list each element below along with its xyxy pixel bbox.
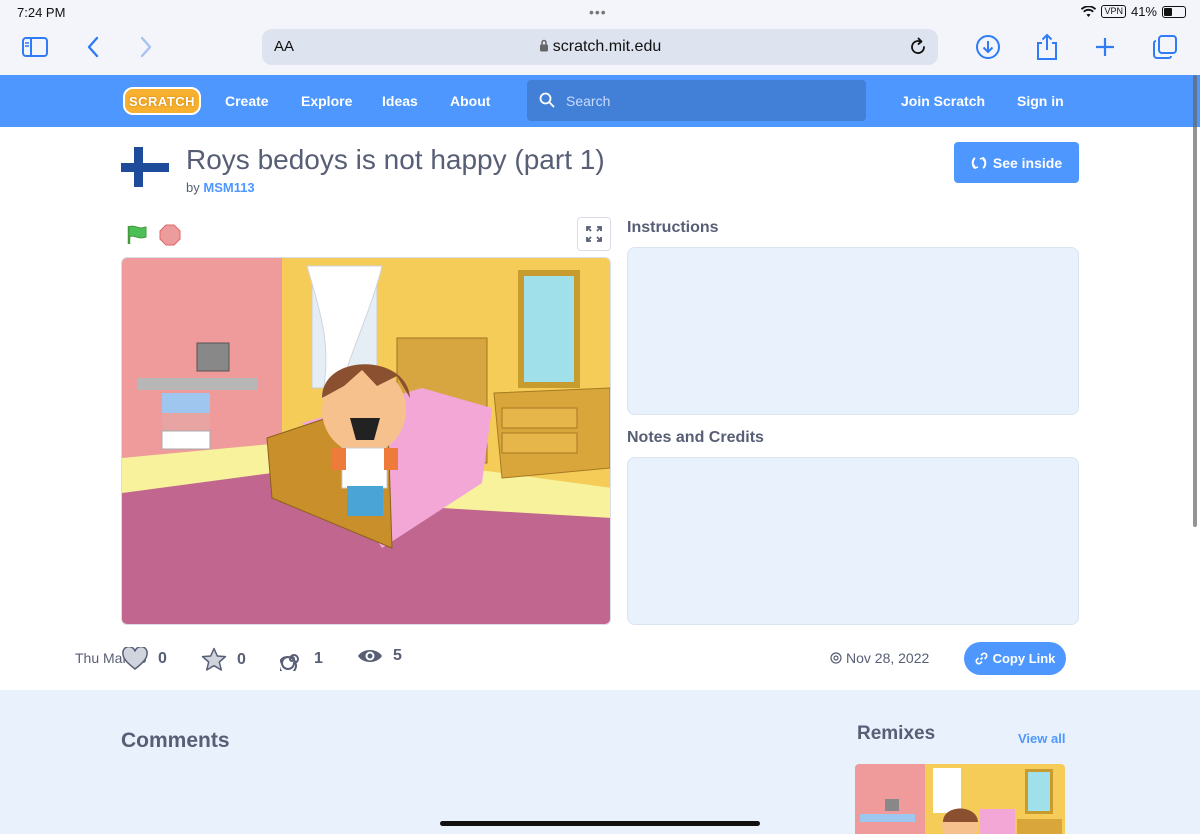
nav-about[interactable]: About	[450, 93, 490, 109]
forward-icon[interactable]	[132, 33, 160, 61]
vpn-badge: VPN	[1101, 5, 1126, 18]
link-icon	[975, 652, 988, 665]
remix-count: 1	[314, 650, 323, 667]
wifi-icon	[1081, 5, 1097, 17]
new-tab-icon[interactable]	[1091, 33, 1119, 61]
tabs-icon[interactable]	[1151, 33, 1179, 61]
project-stage[interactable]	[121, 257, 611, 625]
sign-in-link[interactable]: Sign in	[1017, 93, 1064, 109]
copy-link-label: Copy Link	[992, 651, 1056, 666]
view-all-link[interactable]: View all	[1018, 731, 1065, 746]
browser-chrome: 7:24 PM Thu Mar 23 ••• VPN 41% AA scratc…	[0, 0, 1200, 666]
shared-date: Nov 28, 2022	[830, 650, 929, 666]
remix-thumbnail-image	[855, 764, 1065, 834]
star-icon	[201, 647, 227, 671]
remix-stat: 1	[280, 647, 323, 671]
finland-flag-icon	[121, 147, 169, 187]
battery-percent: 41%	[1130, 4, 1157, 19]
view-count: 5	[393, 647, 402, 664]
project-byline: by MSM113	[186, 180, 255, 195]
calendar-icon	[830, 652, 842, 664]
by-label: by	[186, 180, 200, 195]
remix-spiral-icon	[280, 654, 299, 671]
remixes-heading: Remixes	[857, 723, 936, 744]
comments-heading: Comments	[121, 729, 230, 752]
search-icon	[539, 92, 555, 108]
project-title: Roys bedoys is not happy (part 1)	[186, 144, 605, 175]
page-scrollbar[interactable]	[1193, 75, 1197, 527]
green-flag-icon[interactable]	[126, 224, 150, 246]
heart-icon	[122, 647, 148, 670]
stop-sign-icon[interactable]	[159, 224, 181, 246]
author-link[interactable]: MSM113	[203, 180, 254, 195]
back-icon[interactable]	[79, 33, 107, 61]
shared-date-text: Nov 28, 2022	[846, 650, 930, 666]
share-icon[interactable]	[1033, 33, 1061, 61]
multitask-dots-icon[interactable]: •••	[589, 4, 607, 20]
copy-link-button[interactable]: Copy Link	[964, 642, 1066, 675]
lock-icon	[539, 39, 548, 52]
remix-thumbnail[interactable]	[855, 764, 1065, 834]
love-stat[interactable]: 0	[122, 647, 167, 671]
search-input[interactable]: Search	[527, 80, 866, 121]
love-count: 0	[158, 650, 167, 667]
notes-heading: Notes and Credits	[627, 429, 764, 446]
view-stat: 5	[357, 647, 402, 665]
eye-icon	[358, 650, 382, 662]
see-inside-button[interactable]: See inside	[954, 142, 1079, 183]
nav-ideas[interactable]: Ideas	[382, 93, 418, 109]
status-indicators: VPN 41%	[1081, 4, 1186, 19]
favorite-stat[interactable]: 0	[201, 647, 246, 672]
instructions-heading: Instructions	[627, 219, 719, 236]
remix-arrows-icon	[971, 156, 987, 169]
battery-level	[1164, 7, 1173, 16]
address-bar[interactable]: AA scratch.mit.edu	[262, 29, 938, 65]
notes-box	[627, 457, 1079, 625]
url-display[interactable]: scratch.mit.edu	[262, 38, 938, 56]
instructions-box	[627, 247, 1079, 415]
search-placeholder: Search	[566, 93, 611, 109]
status-time: 7:24 PM	[17, 5, 66, 20]
nav-create[interactable]: Create	[225, 93, 269, 109]
nav-explore[interactable]: Explore	[301, 93, 352, 109]
home-indicator[interactable]	[440, 821, 760, 826]
url-text: scratch.mit.edu	[552, 38, 662, 55]
see-inside-label: See inside	[992, 154, 1063, 171]
fullscreen-button[interactable]	[577, 217, 611, 251]
join-scratch-link[interactable]: Join Scratch	[901, 93, 985, 109]
scratch-logo[interactable]: SCRATCH	[123, 87, 201, 115]
bedroom-scene-image	[122, 258, 610, 624]
fullscreen-icon	[586, 226, 602, 242]
battery-icon	[1162, 5, 1186, 18]
sidebar-icon[interactable]	[21, 33, 49, 61]
reload-icon[interactable]	[906, 35, 930, 59]
favorite-count: 0	[237, 650, 246, 668]
download-icon[interactable]	[974, 33, 1002, 61]
